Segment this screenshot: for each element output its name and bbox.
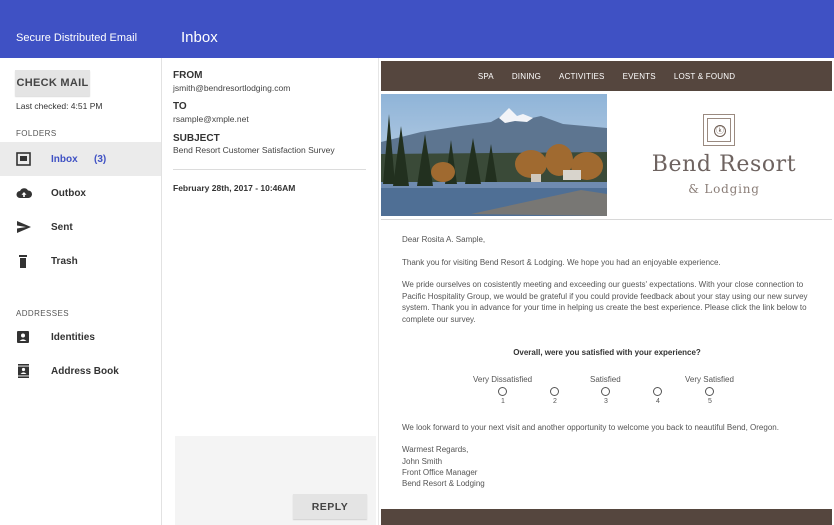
sidebar-item-trash[interactable]: Trash [0, 244, 161, 278]
page-title: Inbox [181, 29, 218, 46]
addresses-section-label: ADDRESSES [16, 309, 69, 318]
to-label: TO [173, 101, 187, 112]
app-title: Secure Distributed Email [16, 32, 138, 44]
sidebar-item-inbox[interactable]: Inbox (3) [0, 142, 161, 176]
signoff-name: John Smith [402, 457, 443, 466]
subject-label: SUBJECT [173, 133, 220, 144]
email-nav-lost-found[interactable]: LOST & FOUND [674, 72, 735, 81]
survey-question: Overall, were you satisfied with your ex… [513, 348, 701, 357]
folders-section-label: FOLDERS [16, 129, 57, 138]
sidebar-item-sent[interactable]: Sent [0, 210, 161, 244]
sidebar-item-label: Address Book [51, 365, 119, 377]
sidebar-item-outbox[interactable]: Outbox [0, 176, 161, 210]
reply-button[interactable]: REPLY [293, 494, 367, 519]
rating-number: 3 [604, 398, 608, 405]
email-paragraph: Thank you for visiting Bend Resort & Lod… [402, 258, 721, 267]
trash-icon [19, 255, 27, 268]
sidebar-item-label: Identities [51, 331, 95, 343]
rating-number: 4 [656, 398, 660, 405]
signoff-title: Front Office Manager [402, 468, 478, 477]
email-nav-events[interactable]: EVENTS [623, 72, 656, 81]
rating-number: 1 [501, 398, 505, 405]
rating-radio-5[interactable] [705, 387, 714, 396]
email-body: SPA DINING ACTIVITIES EVENTS LOST & FOUN… [378, 58, 834, 525]
message-date: February 28th, 2017 - 10:46AM [173, 183, 296, 193]
sidebar: CHECK MAIL Last checked: 4:51 PM FOLDERS… [0, 58, 162, 525]
signoff-company: Bend Resort & Lodging [402, 479, 485, 488]
email-closing: We look forward to your next visit and a… [402, 423, 779, 432]
last-checked-text: Last checked: 4:51 PM [16, 101, 103, 111]
top-app-bar: Secure Distributed Email Inbox [0, 0, 834, 58]
subject-value: Bend Resort Customer Satisfaction Survey [173, 145, 335, 155]
to-value: rsample@xmple.net [173, 114, 249, 124]
resort-subname: & Lodging [688, 182, 760, 196]
scale-mid-label: Satisfied [590, 375, 621, 384]
divider [381, 219, 832, 220]
rating-radio-2[interactable] [550, 387, 559, 396]
identity-icon [17, 331, 29, 343]
email-greeting: Dear Rosita A. Sample, [402, 235, 486, 244]
sidebar-item-label: Trash [51, 255, 78, 267]
rating-number: 2 [553, 398, 557, 405]
resort-photo [381, 94, 607, 216]
scale-high-label: Very Satisfied [685, 375, 734, 384]
email-nav-dining[interactable]: DINING [512, 72, 541, 81]
email-paragraph: We pride ourselves on cosistently meetin… [402, 280, 808, 324]
scale-low-label: Very Dissatisfied [473, 375, 533, 384]
inbox-count-badge: (3) [94, 153, 107, 165]
email-nav-activities[interactable]: ACTIVITIES [559, 72, 605, 81]
check-mail-button[interactable]: CHECK MAIL [15, 70, 90, 96]
message-details-pane: FROM jsmith@bendresortlodging.com TO rsa… [163, 58, 376, 525]
rating-number: 5 [708, 398, 712, 405]
sidebar-item-label: Inbox [51, 153, 78, 165]
address-book-icon [18, 364, 29, 378]
rating-radio-3[interactable] [601, 387, 610, 396]
resort-name: Bend Resort [651, 152, 797, 177]
resort-brand: ⓚ Bend Resort & Lodging [615, 94, 833, 216]
email-nav-bar: SPA DINING ACTIVITIES EVENTS LOST & FOUN… [381, 61, 832, 91]
email-nav-spa[interactable]: SPA [478, 72, 494, 81]
rating-radio-4[interactable] [653, 387, 662, 396]
rating-radio-1[interactable] [498, 387, 507, 396]
send-icon [17, 221, 31, 233]
resort-logo-icon: ⓚ [703, 114, 735, 146]
sidebar-item-label: Sent [51, 221, 73, 233]
email-footer-bar [381, 509, 832, 525]
signoff-line: Warmest Regards, [402, 445, 469, 454]
divider [173, 169, 366, 170]
from-value: jsmith@bendresortlodging.com [173, 83, 291, 93]
from-label: FROM [173, 70, 203, 81]
inbox-icon [16, 152, 31, 166]
sidebar-item-identities[interactable]: Identities [0, 320, 161, 354]
sidebar-item-address-book[interactable]: Address Book [0, 354, 161, 388]
sidebar-item-label: Outbox [51, 187, 86, 199]
cloud-upload-icon [16, 188, 32, 198]
